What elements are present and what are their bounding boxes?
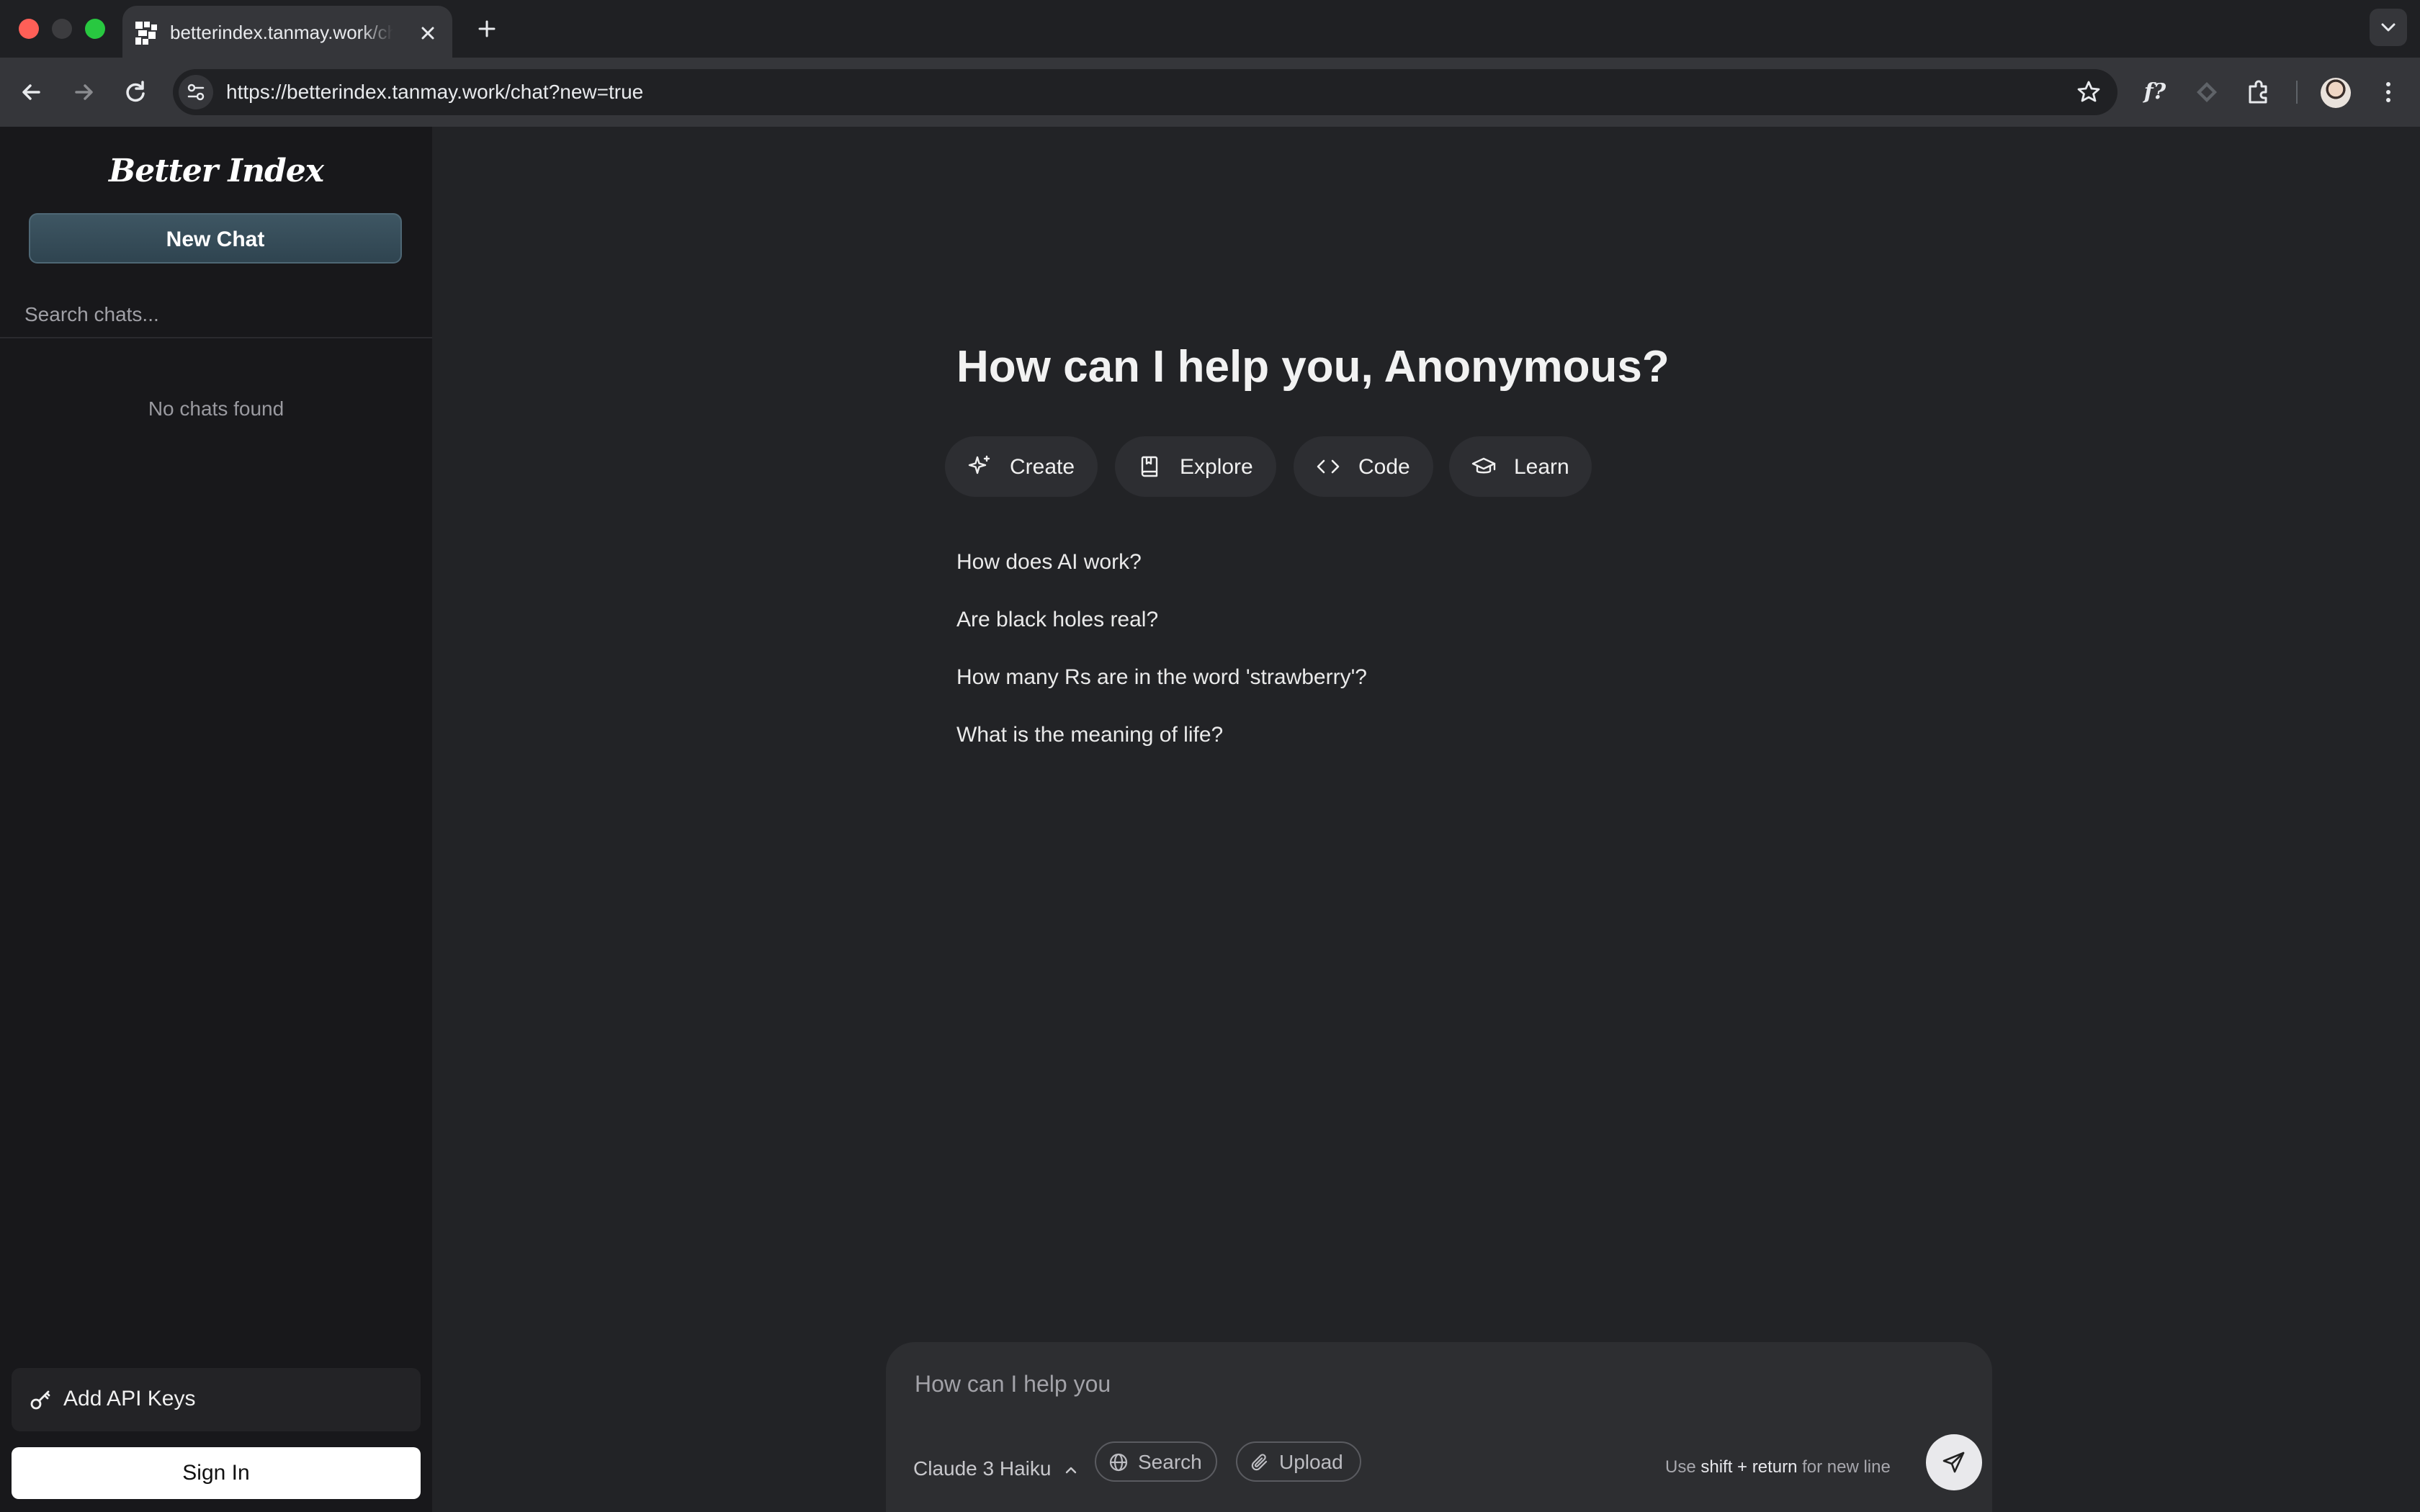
greeting-heading: How can I help you, Anonymous? xyxy=(956,342,1670,392)
add-api-keys-label: Add API Keys xyxy=(63,1387,196,1410)
new-chat-button[interactable]: New Chat xyxy=(29,213,402,264)
toolbar-divider xyxy=(2296,81,2298,104)
forward-icon[interactable] xyxy=(66,75,101,109)
browser-toolbar: https://betterindex.tanmay.work/chat?new… xyxy=(0,58,2420,127)
bookmark-star-icon[interactable] xyxy=(2074,78,2103,107)
suggestion-item[interactable]: How many Rs are in the word 'strawberry'… xyxy=(956,665,1367,690)
sign-in-button[interactable]: Sign In xyxy=(12,1447,421,1499)
category-create-button[interactable]: Create xyxy=(945,436,1098,497)
globe-icon xyxy=(1108,1452,1129,1473)
reload-icon[interactable] xyxy=(118,75,153,109)
address-bar[interactable]: https://betterindex.tanmay.work/chat?new… xyxy=(173,69,2118,115)
web-search-label: Search xyxy=(1138,1451,1202,1473)
window-close-button[interactable] xyxy=(19,19,39,39)
tab-search-icon[interactable] xyxy=(2370,9,2407,46)
message-input[interactable] xyxy=(913,1369,1953,1416)
suggestion-item[interactable]: What is the meaning of life? xyxy=(956,723,1223,747)
web-search-toggle[interactable]: Search xyxy=(1095,1441,1217,1482)
newline-hint-keys: shift + return xyxy=(1700,1457,1798,1477)
window-zoom-button[interactable] xyxy=(85,19,105,39)
extensions-puzzle-icon[interactable] xyxy=(2243,76,2275,108)
category-learn-button[interactable]: Learn xyxy=(1449,436,1592,497)
key-icon xyxy=(27,1387,53,1413)
extension-diamond-icon[interactable] xyxy=(2191,76,2223,108)
profile-avatar[interactable] xyxy=(2321,78,2351,108)
category-code-button[interactable]: Code xyxy=(1294,436,1433,497)
extension-formula-icon[interactable]: f? xyxy=(2139,76,2171,108)
newline-hint: Use shift + return for new line xyxy=(1665,1457,1891,1477)
empty-chats-message: No chats found xyxy=(148,397,284,420)
address-bar-url: https://betterindex.tanmay.work/chat?new… xyxy=(226,81,644,103)
suggestion-item[interactable]: Are black holes real? xyxy=(956,608,1158,632)
send-icon xyxy=(1941,1449,1967,1475)
model-selector[interactable]: Claude 3 Haiku xyxy=(913,1457,1080,1486)
back-icon[interactable] xyxy=(14,75,49,109)
category-learn-label: Learn xyxy=(1514,455,1569,479)
upload-label: Upload xyxy=(1279,1451,1343,1473)
browser-tab[interactable]: betterindex.tanmay.work/chat?new=true xyxy=(122,6,452,58)
site-info-icon[interactable] xyxy=(179,75,213,109)
search-chats-input[interactable] xyxy=(23,295,415,334)
code-icon xyxy=(1315,454,1341,480)
category-explore-label: Explore xyxy=(1180,455,1253,479)
message-composer: Claude 3 Haiku Search Upload Use shift +… xyxy=(886,1342,1992,1512)
sparkles-icon xyxy=(967,454,992,480)
tab-title: betterindex.tanmay.work/chat?new=true xyxy=(170,22,393,43)
upload-button[interactable]: Upload xyxy=(1236,1441,1361,1482)
search-chats xyxy=(0,295,432,338)
graduation-cap-icon xyxy=(1471,454,1497,480)
site-favicon-icon xyxy=(134,20,160,46)
category-create-label: Create xyxy=(1010,455,1075,479)
suggestion-item[interactable]: How does AI work? xyxy=(956,550,1142,575)
send-button[interactable] xyxy=(1926,1434,1982,1490)
newline-hint-suffix: for new line xyxy=(1802,1457,1891,1477)
chat-main: How can I help you, Anonymous? Create Ex… xyxy=(432,127,2420,1512)
browser-menu-icon[interactable] xyxy=(2372,76,2404,108)
book-icon xyxy=(1137,454,1162,480)
category-explore-button[interactable]: Explore xyxy=(1115,436,1276,497)
newline-hint-prefix: Use xyxy=(1665,1457,1696,1477)
window-minimize-button[interactable] xyxy=(52,19,72,39)
new-tab-icon[interactable] xyxy=(472,14,501,43)
model-selector-label: Claude 3 Haiku xyxy=(913,1457,1052,1480)
chevron-up-icon xyxy=(1062,1462,1080,1479)
paperclip-icon xyxy=(1249,1452,1270,1473)
browser-titlebar: betterindex.tanmay.work/chat?new=true xyxy=(0,0,2420,58)
sidebar: Better Index New Chat No chats found Add… xyxy=(0,127,432,1512)
close-tab-icon[interactable] xyxy=(413,19,442,48)
brand-logo[interactable]: Better Index xyxy=(0,153,432,189)
add-api-keys-button[interactable]: Add API Keys xyxy=(12,1368,421,1431)
category-code-label: Code xyxy=(1358,455,1410,479)
